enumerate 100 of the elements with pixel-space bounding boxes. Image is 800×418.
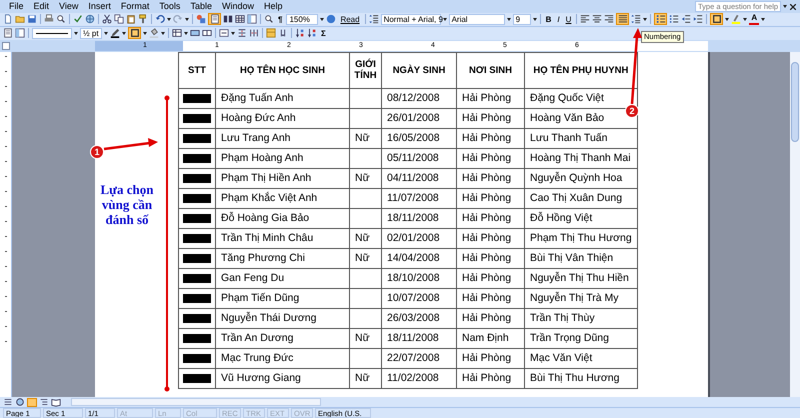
font-color-button[interactable]: A xyxy=(749,14,760,25)
tab-selector-icon[interactable] xyxy=(2,42,10,50)
menu-item[interactable]: File xyxy=(4,0,29,14)
line-spacing-icon[interactable] xyxy=(631,14,642,24)
align-center-icon[interactable] xyxy=(592,14,602,24)
table-grid-icon[interactable] xyxy=(235,14,245,24)
sort-ascending-icon[interactable] xyxy=(295,28,305,38)
insert-table-icon[interactable] xyxy=(172,28,182,38)
caret-icon[interactable] xyxy=(74,32,78,35)
clipboard-icon[interactable] xyxy=(126,14,136,24)
align-right-icon[interactable] xyxy=(604,14,614,24)
columns-icon[interactable] xyxy=(223,14,233,24)
increase-indent-icon[interactable] xyxy=(693,14,704,24)
copy-icon[interactable] xyxy=(114,14,124,24)
caret-icon[interactable] xyxy=(442,18,447,21)
table-cell: Hải Phòng xyxy=(456,128,524,148)
autosum-button[interactable]: Σ xyxy=(319,28,328,39)
close-icon[interactable] xyxy=(790,4,796,10)
table-cell: Lưu Trang Anh xyxy=(216,128,350,148)
split-cells-icon[interactable] xyxy=(202,28,212,38)
underline-button[interactable]: U xyxy=(564,14,574,25)
check-mark-icon[interactable] xyxy=(73,14,83,24)
table-cell: Hải Phòng xyxy=(456,228,524,248)
table-cell: Nữ xyxy=(350,328,382,348)
horizontal-scrollbar[interactable] xyxy=(71,398,321,406)
line-weight-field[interactable]: ½ pt xyxy=(80,28,102,39)
numbered-list-button[interactable] xyxy=(654,13,668,26)
caret-icon[interactable] xyxy=(167,18,171,21)
vertical-scrollbar[interactable] xyxy=(790,52,800,397)
caret-icon[interactable] xyxy=(104,32,108,35)
caret-icon[interactable] xyxy=(532,18,537,21)
caret-icon[interactable] xyxy=(122,32,126,35)
shapes-icon[interactable] xyxy=(196,14,206,24)
document-map-icon[interactable] xyxy=(247,14,257,24)
save-icon[interactable] xyxy=(27,14,37,24)
distribute-columns-icon[interactable] xyxy=(249,28,259,38)
caret-icon[interactable] xyxy=(725,18,730,21)
merge-cells-icon[interactable] xyxy=(190,28,200,38)
pen-icon[interactable] xyxy=(110,28,120,38)
read-button[interactable]: Read xyxy=(338,14,362,25)
zoom-field[interactable]: 150% xyxy=(286,14,318,25)
align-cell-icon[interactable] xyxy=(219,28,229,38)
caret-icon[interactable] xyxy=(185,18,189,21)
caret-icon[interactable] xyxy=(743,18,748,21)
normal-view-icon[interactable] xyxy=(3,397,13,407)
caret-icon[interactable] xyxy=(161,32,165,35)
text-direction-icon[interactable] xyxy=(278,28,288,38)
document-map-icon[interactable] xyxy=(15,28,25,38)
scissors-icon[interactable] xyxy=(102,14,112,24)
style-field[interactable]: Normal + Arial, 9 xyxy=(380,14,441,25)
font-size-field[interactable]: 9 xyxy=(512,14,531,25)
magnifier-icon[interactable] xyxy=(56,14,66,24)
outline-view-icon[interactable] xyxy=(39,397,49,407)
caret-icon[interactable] xyxy=(320,18,324,21)
bulleted-list-icon[interactable] xyxy=(669,14,680,24)
globe-icon[interactable] xyxy=(85,14,95,24)
undo-icon[interactable] xyxy=(155,14,165,24)
scrollbar-thumb[interactable] xyxy=(791,62,799,142)
distribute-rows-icon[interactable] xyxy=(237,28,247,38)
redaction-bar xyxy=(183,214,211,223)
caret-icon[interactable] xyxy=(184,32,188,35)
border-button[interactable] xyxy=(710,13,724,26)
align-left-icon[interactable] xyxy=(580,14,590,24)
caret-icon[interactable] xyxy=(506,18,511,21)
page-view-icon[interactable] xyxy=(3,28,13,38)
caret-icon[interactable] xyxy=(643,18,648,21)
highlighter-icon[interactable] xyxy=(731,14,742,24)
table-border-button[interactable] xyxy=(128,27,141,40)
magnifier-icon[interactable] xyxy=(264,14,274,24)
table-cell: Trần An Dương xyxy=(216,328,350,348)
printer-icon[interactable] xyxy=(44,14,54,24)
table-cell: Hải Phòng xyxy=(456,208,524,228)
paint-bucket-icon[interactable] xyxy=(149,28,159,38)
menu-item[interactable]: Edit xyxy=(28,0,54,14)
formatting-marks-button[interactable]: ¶ xyxy=(276,14,284,25)
caret-icon[interactable] xyxy=(783,5,787,8)
font-field[interactable]: Arial xyxy=(448,14,505,25)
table-cell: Hải Phòng xyxy=(456,268,524,288)
menu-item[interactable]: Insert xyxy=(83,0,116,14)
italic-button[interactable]: I xyxy=(555,14,562,25)
caret-icon[interactable] xyxy=(231,32,235,35)
caret-icon[interactable] xyxy=(143,32,147,35)
caret-icon[interactable] xyxy=(761,18,766,21)
line-style-field[interactable] xyxy=(32,28,72,39)
paintbrush-icon[interactable] xyxy=(138,14,148,24)
bold-button[interactable]: B xyxy=(544,14,554,25)
menu-item[interactable]: Help xyxy=(258,0,288,14)
document-icon[interactable] xyxy=(3,14,13,24)
sort-descending-icon[interactable] xyxy=(307,28,317,38)
folder-icon[interactable] xyxy=(15,14,25,24)
menu-item[interactable]: View xyxy=(54,0,84,14)
justify-button[interactable] xyxy=(616,13,630,26)
menu-item[interactable]: Window xyxy=(216,0,259,14)
menu-item[interactable]: Format xyxy=(116,0,154,14)
line-spacing-icon[interactable] xyxy=(368,14,379,24)
decrease-indent-icon[interactable] xyxy=(681,14,692,24)
menu-item[interactable]: Table xyxy=(185,0,217,14)
page-view-button[interactable] xyxy=(208,13,221,26)
menu-item[interactable]: Tools xyxy=(154,0,186,14)
web-view-icon[interactable] xyxy=(15,397,25,407)
